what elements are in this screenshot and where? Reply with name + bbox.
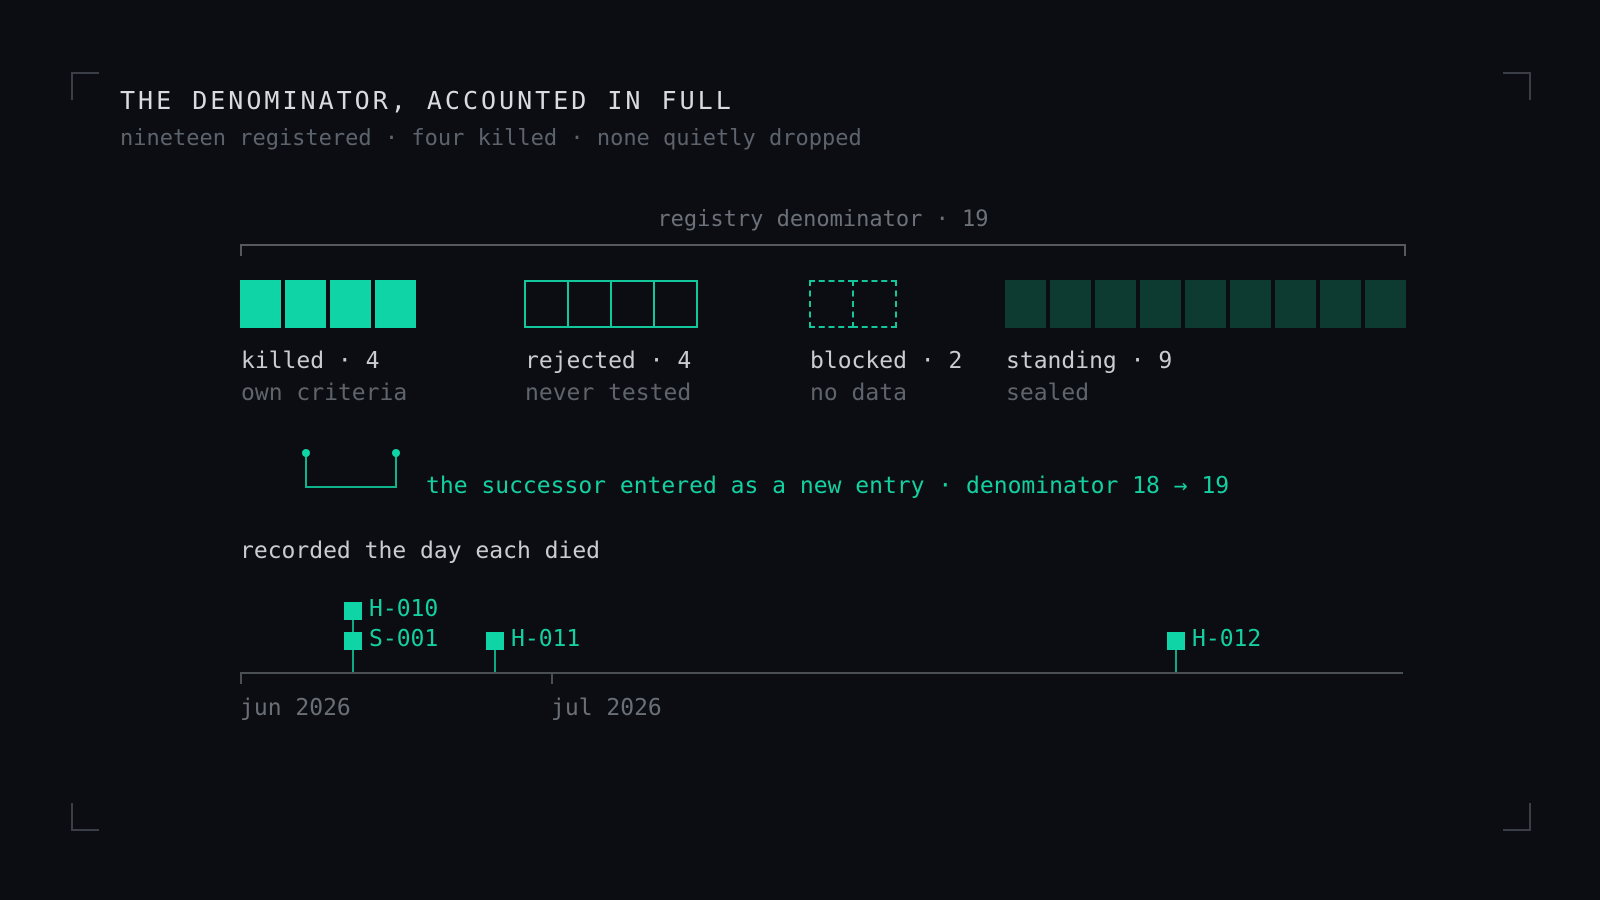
blocked-box — [852, 280, 897, 328]
rejected-label: rejected · 4 — [525, 348, 692, 374]
frame-corner-top-right — [1503, 72, 1531, 100]
event-label-h012: H-012 — [1192, 626, 1262, 652]
group-killed: killed · 4 own criteria — [240, 280, 420, 406]
event-stem-h011 — [494, 649, 496, 672]
blocked-label: blocked · 2 — [810, 348, 963, 374]
rejected-box — [610, 280, 655, 328]
standing-boxes — [1005, 280, 1406, 328]
event-label-h010: H-010 — [369, 596, 439, 622]
blocked-sublabel: no data — [810, 380, 907, 406]
event-marker-h011 — [486, 632, 504, 650]
axis-label-jul: jul 2026 — [551, 695, 662, 721]
killed-box — [285, 280, 326, 328]
rejected-boxes — [524, 280, 698, 328]
killed-box — [330, 280, 371, 328]
killed-box — [240, 280, 281, 328]
timeline-title: recorded the day each died — [240, 538, 601, 564]
frame-corner-bottom-right — [1503, 803, 1531, 831]
killed-box — [375, 280, 416, 328]
blocked-box — [809, 280, 854, 328]
standing-label: standing · 9 — [1006, 348, 1173, 374]
standing-box — [1005, 280, 1046, 328]
page-subtitle: nineteen registered · four killed · none… — [120, 126, 862, 151]
successor-dot-right — [392, 449, 400, 457]
timeline-axis — [240, 672, 1403, 674]
standing-box — [1365, 280, 1406, 328]
event-stem-h012 — [1175, 649, 1177, 672]
successor-dot-left — [302, 449, 310, 457]
frame-corner-top-left — [71, 72, 99, 100]
registry-denominator-label: registry denominator · 19 — [657, 207, 989, 232]
event-label-s001: S-001 — [369, 626, 439, 652]
standing-box — [1320, 280, 1361, 328]
registry-bracket — [240, 244, 1406, 256]
page-title: THE DENOMINATOR, ACCOUNTED IN FULL — [120, 86, 734, 115]
rejected-sublabel: never tested — [525, 380, 692, 406]
axis-tick-jun — [240, 672, 242, 684]
group-rejected: rejected · 4 never tested — [524, 280, 698, 406]
axis-label-jun: jun 2026 — [240, 695, 351, 721]
standing-sublabel: sealed — [1006, 380, 1090, 406]
killed-boxes — [240, 280, 420, 328]
blocked-boxes — [809, 280, 897, 328]
successor-bracket — [305, 452, 397, 488]
killed-sublabel: own criteria — [241, 380, 408, 406]
rejected-box — [524, 280, 569, 328]
standing-box — [1050, 280, 1091, 328]
killed-label: killed · 4 — [241, 348, 380, 374]
group-standing: standing · 9 sealed — [1005, 280, 1406, 406]
standing-box — [1275, 280, 1316, 328]
group-blocked: blocked · 2 no data — [809, 280, 962, 406]
standing-box — [1230, 280, 1271, 328]
frame-corner-bottom-left — [71, 803, 99, 831]
rejected-box — [567, 280, 612, 328]
standing-box — [1185, 280, 1226, 328]
event-marker-h010 — [344, 602, 362, 620]
event-label-h011: H-011 — [511, 626, 581, 652]
standing-box — [1140, 280, 1181, 328]
event-marker-s001 — [344, 632, 362, 650]
standing-box — [1095, 280, 1136, 328]
successor-note: the successor entered as a new entry · d… — [426, 473, 1230, 499]
rejected-box — [653, 280, 698, 328]
axis-tick-jul — [551, 672, 553, 684]
event-marker-h012 — [1167, 632, 1185, 650]
